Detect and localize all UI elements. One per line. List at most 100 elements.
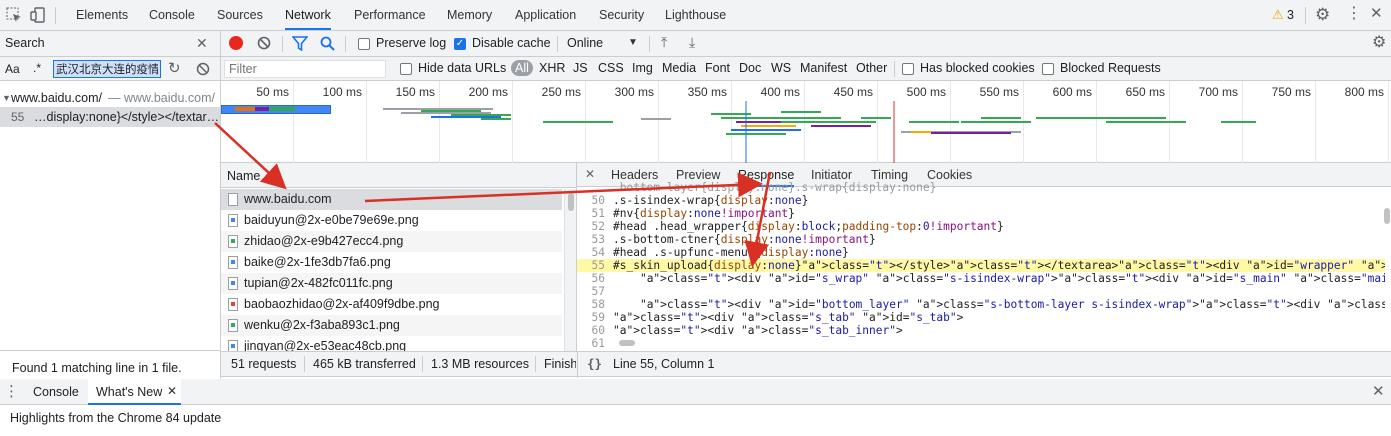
request-row[interactable]: www.baidu.com — [221, 189, 562, 210]
search-icon[interactable] — [320, 36, 335, 51]
tab-memory[interactable]: Memory — [447, 0, 492, 30]
request-row[interactable]: baike@2x-1fe3db7fa6.png — [221, 252, 562, 273]
type-filter-ws[interactable]: WS — [771, 61, 791, 75]
request-name: zhidao@2x-e9b427ecc4.png — [244, 234, 404, 248]
search-result-line-text[interactable]: …display:none}</style></textar… — [34, 110, 219, 124]
drawer-tab-console[interactable]: Console — [33, 385, 79, 399]
warning-icon[interactable]: ⚠ — [1272, 7, 1284, 23]
device-toolbar-icon[interactable] — [30, 7, 46, 23]
type-filter-font[interactable]: Font — [705, 61, 730, 75]
line-text: .s-isindex-wrap{display:none} — [613, 194, 809, 207]
requests-scrollbar[interactable] — [564, 189, 576, 351]
waterfall-bars — [383, 101, 1256, 163]
tab-lighthouse[interactable]: Lighthouse — [665, 0, 726, 30]
request-row[interactable]: jingyan@2x-e53eac48cb.png — [221, 336, 562, 351]
response-scrollbar-thumb[interactable] — [1384, 208, 1390, 224]
has-blocked-cookies-checkbox[interactable] — [902, 63, 914, 75]
line-text: #s_skin_upload{display:none}"a">class="t… — [613, 259, 1385, 272]
disable-cache-checkbox[interactable]: ✓ — [454, 38, 466, 50]
request-name: www.baidu.com — [244, 192, 332, 206]
close-tab-icon[interactable]: ✕ — [167, 384, 177, 398]
type-filter-media[interactable]: Media — [662, 61, 696, 75]
code-line: 50 .s-isindex-wrap{display:none} — [577, 194, 1385, 207]
whats-new-message: Highlights from the Chrome 84 update — [10, 411, 222, 425]
type-filter-css[interactable]: CSS — [598, 61, 624, 75]
filter-icon[interactable] — [291, 36, 309, 52]
inspect-element-icon[interactable] — [6, 7, 22, 23]
hide-data-urls-checkbox[interactable] — [400, 63, 412, 75]
settings-gear-icon[interactable]: ⚙ — [1315, 6, 1330, 23]
drawer-menu-icon[interactable]: ⋮ — [4, 384, 19, 399]
filter-input[interactable] — [224, 60, 386, 78]
horizontal-scrollbar-thumb[interactable] — [619, 340, 635, 346]
network-toolbar: Search ✕ Preserve log ✓ Disable cache On… — [0, 31, 1391, 57]
close-search-icon[interactable]: ✕ — [196, 36, 208, 50]
type-filter-img[interactable]: Img — [632, 61, 653, 75]
regex-toggle[interactable]: .* — [33, 61, 41, 75]
tab-console[interactable]: Console — [149, 0, 195, 30]
line-number: 51 — [591, 207, 605, 220]
network-settings-gear-icon[interactable]: ⚙ — [1372, 35, 1386, 51]
preserve-log-checkbox[interactable] — [358, 38, 370, 50]
pretty-print-braces[interactable]: {} — [587, 356, 602, 371]
code-line: 53 .s-bottom-ctner{display:none!important… — [577, 233, 1385, 246]
tab-security[interactable]: Security — [599, 0, 644, 30]
transferred-size: 465 kB transferred — [313, 357, 416, 371]
timeline-overview[interactable]: 50 ms 100 ms 150 ms 200 ms 250 ms 300 ms 350 m… — [221, 81, 1391, 163]
request-name: jingyan@2x-e53eac48cb.png — [244, 339, 407, 351]
line-number: 50 — [591, 194, 605, 207]
line-number: 53 — [591, 233, 605, 246]
chevron-down-icon[interactable]: ▼ — [628, 37, 638, 48]
blocked-requests-label[interactable]: Blocked Requests — [1060, 61, 1161, 75]
tab-performance[interactable]: Performance — [354, 0, 426, 30]
close-drawer-icon[interactable]: ✕ — [1372, 384, 1385, 399]
warnings-count[interactable]: 3 — [1287, 8, 1294, 22]
drawer-tab-whats-new[interactable]: What's New ✕ — [88, 379, 181, 405]
import-har-icon[interactable]: ⤒ — [661, 35, 667, 49]
line-text: .s-bottom-ctner{display:none!important} — [613, 233, 876, 246]
search-result-host[interactable]: www.baidu.com/ — [11, 91, 102, 105]
request-row[interactable]: baobaozhidao@2x-af409f9dbe.png — [221, 294, 562, 315]
type-filter-js[interactable]: JS — [573, 61, 588, 75]
name-column-header[interactable]: Name — [227, 169, 260, 183]
hide-data-urls-label[interactable]: Hide data URLs — [418, 61, 506, 75]
close-detail-icon[interactable]: ✕ — [585, 168, 595, 180]
type-filter-other[interactable]: Other — [856, 61, 887, 75]
requests-count: 51 requests — [231, 357, 297, 371]
request-row[interactable]: baiduyun@2x-e0be79e69e.png — [221, 210, 562, 231]
search-results-panel: ▼ www.baidu.com/ — www.baidu.com/ 55 …di… — [0, 81, 221, 381]
preserve-log-label[interactable]: Preserve log — [376, 36, 446, 50]
request-name: tupian@2x-482fc011fc.png — [244, 276, 393, 290]
request-row[interactable]: tupian@2x-482fc011fc.png — [221, 273, 562, 294]
request-row[interactable]: wenku@2x-f3aba893c1.png — [221, 315, 562, 336]
refresh-icon[interactable]: ↻ — [168, 61, 181, 76]
has-blocked-cookies-label[interactable]: Has blocked cookies — [920, 61, 1035, 75]
tab-sources[interactable]: Sources — [217, 0, 263, 30]
type-filter-doc[interactable]: Doc — [739, 61, 761, 75]
expand-arrow-icon[interactable]: ▼ — [2, 93, 11, 103]
type-filter-xhr[interactable]: XHR — [539, 61, 565, 75]
more-options-icon[interactable]: ⋮ — [1346, 6, 1362, 22]
request-row[interactable]: zhidao@2x-e9b427ecc4.png — [221, 231, 562, 252]
disable-cache-label[interactable]: Disable cache — [472, 36, 551, 50]
tab-network[interactable]: Network — [285, 0, 331, 30]
export-har-icon[interactable]: ⤓ — [689, 35, 695, 49]
line-text: #nv{display:none!important} — [613, 207, 795, 220]
request-name: baobaozhidao@2x-af409f9dbe.png — [244, 297, 440, 311]
record-button[interactable] — [229, 36, 243, 50]
search-input[interactable] — [53, 60, 161, 78]
line-number: 55 — [591, 259, 605, 272]
type-filter-all[interactable]: All — [511, 60, 533, 76]
tab-application[interactable]: Application — [515, 0, 576, 30]
close-devtools-icon[interactable]: ✕ — [1370, 6, 1383, 21]
clear-icon[interactable] — [257, 36, 271, 50]
match-case-toggle[interactable]: Aa — [5, 62, 20, 76]
tab-elements[interactable]: Elements — [76, 0, 128, 30]
image-file-icon — [228, 340, 238, 351]
line-number: 56 — [591, 272, 605, 285]
clear-search-icon[interactable] — [196, 62, 210, 76]
throttle-select[interactable]: Online — [567, 36, 603, 50]
response-viewer[interactable]: .bottom-layer{display:none}.s-wrap{displ… — [577, 181, 1391, 351]
type-filter-manifest[interactable]: Manifest — [800, 61, 847, 75]
blocked-requests-checkbox[interactable] — [1042, 63, 1054, 75]
